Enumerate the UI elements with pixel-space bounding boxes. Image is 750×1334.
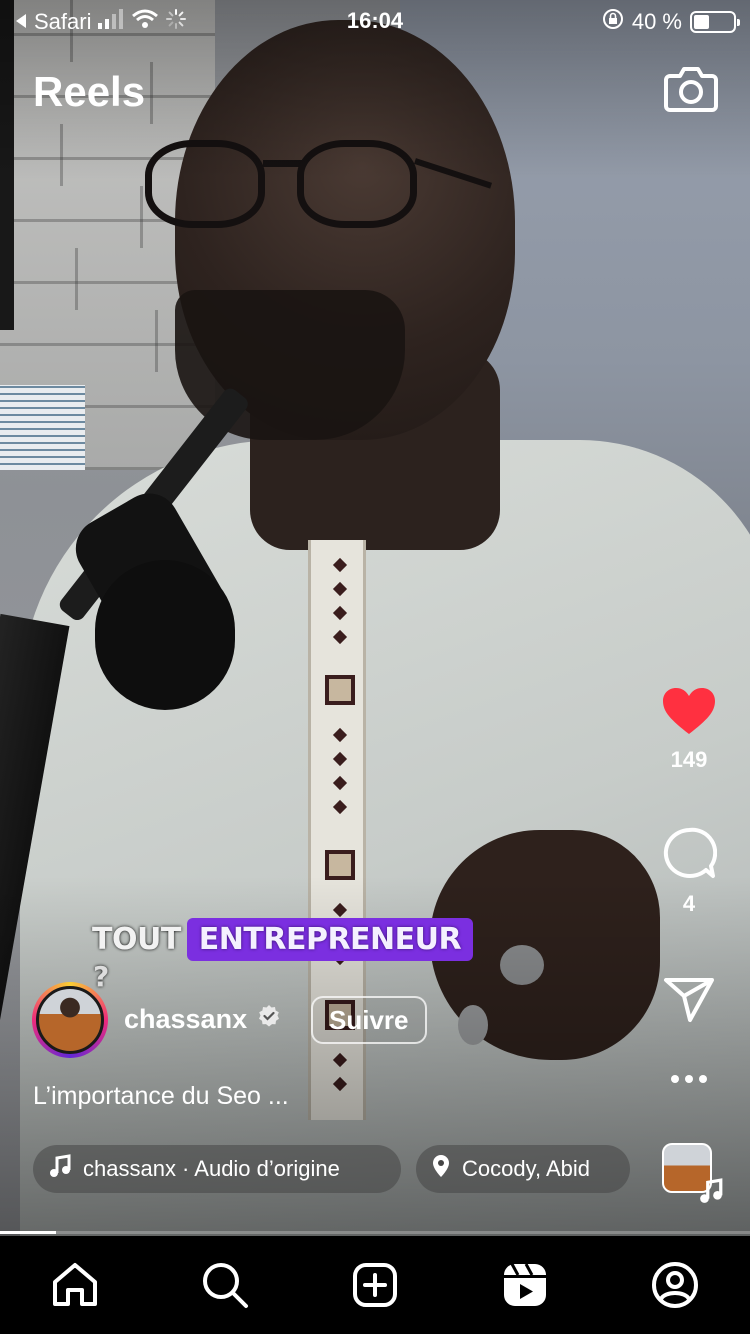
location-pin-icon [432, 1154, 450, 1184]
reel-video[interactable] [0, 0, 750, 1236]
comment-count: 4 [682, 891, 696, 916]
profile-icon[interactable] [650, 1260, 700, 1310]
tab-bar [0, 1236, 750, 1334]
camera-icon[interactable] [664, 64, 718, 114]
battery-percent: 40 % [631, 9, 682, 34]
reel-caption[interactable]: L’importance du Seo ... [33, 1082, 289, 1111]
reels-icon[interactable] [500, 1260, 550, 1310]
location-label: Cocody, Abid [462, 1156, 591, 1181]
comment-button[interactable]: 4 [644, 826, 734, 917]
like-button[interactable]: 149 [644, 686, 734, 773]
music-note-icon [698, 1178, 724, 1204]
heart-icon[interactable] [661, 688, 717, 740]
more-dots-icon[interactable] [669, 1072, 709, 1089]
video-overlay-caption: TOUT ENTREPRENEUR [92, 918, 474, 961]
like-count: 149 [670, 747, 708, 772]
follow-button[interactable]: Suivre [311, 996, 427, 1044]
comment-bubble-icon[interactable] [661, 827, 718, 884]
search-icon[interactable] [200, 1260, 250, 1310]
author-username[interactable]: chassanx [124, 1004, 281, 1035]
orientation-lock-icon [602, 8, 624, 36]
page-title: Reels [33, 68, 146, 115]
video-progress-bar[interactable] [0, 1231, 750, 1234]
username-label[interactable]: chassanx [124, 1004, 247, 1035]
paper-stack [0, 385, 85, 470]
location-chip[interactable]: Cocody, Abid [416, 1145, 630, 1193]
avatar-photo [36, 986, 104, 1054]
music-note-icon [49, 1154, 71, 1184]
microphone-windscreen [95, 560, 235, 710]
verified-badge-icon [257, 1004, 281, 1035]
overlay-caption-line2: ? [93, 960, 110, 993]
share-button[interactable] [644, 974, 734, 1029]
create-icon[interactable] [350, 1260, 400, 1310]
home-icon[interactable] [50, 1260, 100, 1310]
overlay-word-highlight: ENTREPRENEUR [186, 918, 474, 961]
avatar[interactable] [32, 982, 108, 1058]
battery-fill [694, 15, 709, 29]
video-progress-fill [0, 1231, 57, 1234]
overlay-word-1: TOUT [92, 922, 181, 957]
more-options-button[interactable] [644, 1072, 734, 1090]
status-bar: Safari 16:04 40 % [0, 0, 750, 40]
status-right: 40 % [602, 8, 740, 36]
paper-plane-icon[interactable] [662, 978, 716, 1028]
audio-chip[interactable]: chassanx · Audio d’origine [33, 1145, 401, 1193]
battery-icon [690, 11, 740, 33]
audio-label: chassanx · Audio d’origine [83, 1156, 340, 1181]
